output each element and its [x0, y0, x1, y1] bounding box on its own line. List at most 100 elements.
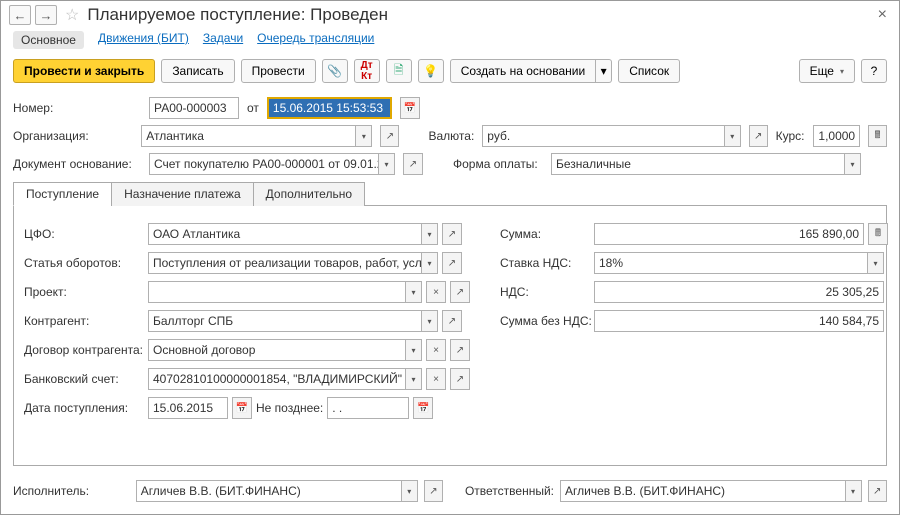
date-picker-button[interactable]: 📅 [400, 97, 420, 119]
main-tab-tasks[interactable]: Задачи [203, 31, 243, 49]
counterparty-combo[interactable]: Баллторг СПБ ▾ [148, 310, 438, 332]
bank-open-button[interactable]: ↗ [450, 368, 470, 390]
bank-clear-button[interactable]: × [426, 368, 446, 390]
sum-wo-vat-input[interactable]: 140 584,75 [594, 310, 884, 332]
main-tabbar: Основное Движения (БИТ) Задачи Очередь т… [1, 27, 899, 55]
sum-label: Сумма: [500, 227, 590, 241]
more-button[interactable]: Еще [799, 59, 855, 83]
base-doc-open-button[interactable]: ↗ [403, 153, 423, 175]
dropdown-icon[interactable]: ▾ [421, 311, 437, 331]
cfo-label: ЦФО: [24, 227, 144, 241]
rate-calc-button[interactable]: 🖩 [868, 125, 887, 147]
post-button[interactable]: Провести [241, 59, 316, 83]
base-doc-combo[interactable]: Счет покупателю РА00-000001 от 09.01.201… [149, 153, 395, 175]
counterparty-label: Контрагент: [24, 314, 144, 328]
date-input[interactable]: 15.06.2015 15:53:53 [267, 97, 392, 119]
bank-combo[interactable]: 40702810100000001854, "ВЛАДИМИРСКИЙ" ФБ … [148, 368, 422, 390]
not-later-input[interactable]: . . [327, 397, 409, 419]
responsible-combo[interactable]: Агличев В.В. (БИТ.ФИНАНС) ▾ [560, 480, 862, 502]
turnover-open-button[interactable]: ↗ [442, 252, 462, 274]
main-tab-queue[interactable]: Очередь трансляции [257, 31, 374, 49]
attach-button[interactable] [322, 59, 348, 83]
dropdown-icon[interactable]: ▾ [378, 154, 394, 174]
dropdown-icon[interactable]: ▾ [405, 369, 421, 389]
subtab-additional[interactable]: Дополнительно [253, 182, 365, 206]
cfo-open-button[interactable]: ↗ [442, 223, 462, 245]
main-tab-osnovnoe[interactable]: Основное [13, 31, 84, 49]
rate-input[interactable]: 1,0000 [813, 125, 861, 147]
sum-input[interactable]: 165 890,00 [594, 223, 864, 245]
contract-value: Основной договор [149, 340, 405, 360]
idea-button[interactable] [418, 59, 444, 83]
nav-forward-button[interactable]: → [35, 5, 57, 25]
nav-back-button[interactable]: ← [9, 5, 31, 25]
not-later-label: Не позднее: [256, 401, 323, 415]
sum-calc-button[interactable]: 🖩 [868, 223, 888, 245]
from-label: от [247, 101, 259, 115]
dropdown-icon[interactable]: ▾ [845, 481, 861, 501]
dropdown-icon[interactable]: ▾ [405, 340, 421, 360]
vat-input[interactable]: 25 305,25 [594, 281, 884, 303]
tab-content: ЦФО: ОАО Атлантика ▾ ↗ Статья оборотов: … [13, 206, 887, 466]
post-and-close-button[interactable]: Провести и закрыть [13, 59, 155, 83]
currency-label: Валюта: [429, 129, 475, 143]
vat-rate-label: Ставка НДС: [500, 256, 590, 270]
close-icon[interactable]: × [874, 6, 891, 24]
turnover-combo[interactable]: Поступления от реализации товаров, работ… [148, 252, 438, 274]
dropdown-icon[interactable]: ▾ [844, 154, 860, 174]
dropdown-icon[interactable]: ▾ [421, 253, 437, 273]
currency-open-button[interactable]: ↗ [749, 125, 768, 147]
dropdown-icon[interactable]: ▾ [355, 126, 371, 146]
project-label: Проект: [24, 285, 144, 299]
number-label: Номер: [13, 101, 141, 115]
dtkt-button[interactable]: Дт Кт [354, 59, 380, 83]
not-later-picker[interactable]: 📅 [413, 397, 433, 419]
header-form: Номер: РА00-000003 от 15.06.2015 15:53:5… [1, 97, 899, 466]
executor-open-button[interactable]: ↗ [424, 480, 444, 502]
subtab-payment-purpose[interactable]: Назначение платежа [111, 182, 254, 206]
payform-combo[interactable]: Безналичные ▾ [551, 153, 861, 175]
main-tab-movements[interactable]: Движения (БИТ) [98, 31, 189, 49]
dropdown-icon[interactable]: ▾ [401, 481, 417, 501]
sub-tabbar: Поступление Назначение платежа Дополните… [13, 181, 887, 206]
project-combo[interactable]: ▾ [148, 281, 422, 303]
bank-value: 40702810100000001854, "ВЛАДИМИРСКИЙ" ФБ … [149, 369, 405, 389]
report-icon [394, 61, 404, 82]
favorite-star-icon[interactable]: ☆ [65, 5, 79, 25]
cfo-combo[interactable]: ОАО Атлантика ▾ [148, 223, 438, 245]
dropdown-icon[interactable]: ▾ [421, 224, 437, 244]
list-button[interactable]: Список [618, 59, 680, 83]
write-button[interactable]: Записать [161, 59, 234, 83]
dropdown-icon[interactable]: ▾ [724, 126, 740, 146]
create-based-button[interactable]: Создать на основании [450, 59, 597, 83]
responsible-open-button[interactable]: ↗ [868, 480, 888, 502]
counterparty-value: Баллторг СПБ [149, 311, 421, 331]
project-clear-button[interactable]: × [426, 281, 446, 303]
subtab-receipt[interactable]: Поступление [13, 182, 112, 206]
help-button[interactable]: ? [861, 59, 887, 83]
contract-open-button[interactable]: ↗ [450, 339, 470, 361]
executor-combo[interactable]: Агличев В.В. (БИТ.ФИНАНС) ▾ [136, 480, 418, 502]
receipt-date-input[interactable]: 15.06.2015 [148, 397, 228, 419]
vat-rate-combo[interactable]: 18% ▾ [594, 252, 884, 274]
currency-combo[interactable]: руб. ▾ [482, 125, 740, 147]
project-open-button[interactable]: ↗ [450, 281, 470, 303]
contract-combo[interactable]: Основной договор ▾ [148, 339, 422, 361]
dropdown-icon[interactable]: ▾ [867, 253, 883, 273]
dropdown-icon[interactable]: ▾ [405, 282, 421, 302]
contract-clear-button[interactable]: × [426, 339, 446, 361]
create-based-dropdown[interactable]: ▾ [596, 59, 612, 83]
counterparty-open-button[interactable]: ↗ [442, 310, 462, 332]
report-button[interactable] [386, 59, 412, 83]
titlebar: ← → ☆ Планируемое поступление: Проведен … [1, 1, 899, 27]
org-open-button[interactable]: ↗ [380, 125, 399, 147]
turnover-value: Поступления от реализации товаров, работ… [149, 253, 421, 273]
footer: Исполнитель: Агличев В.В. (БИТ.ФИНАНС) ▾… [1, 474, 899, 508]
receipt-date-picker[interactable]: 📅 [232, 397, 252, 419]
responsible-label: Ответственный: [465, 484, 554, 498]
executor-label: Исполнитель: [13, 484, 130, 498]
responsible-value: Агличев В.В. (БИТ.ФИНАНС) [561, 481, 845, 501]
receipt-date-label: Дата поступления: [24, 401, 144, 415]
number-input[interactable]: РА00-000003 [149, 97, 239, 119]
org-combo[interactable]: Атлантика ▾ [141, 125, 372, 147]
